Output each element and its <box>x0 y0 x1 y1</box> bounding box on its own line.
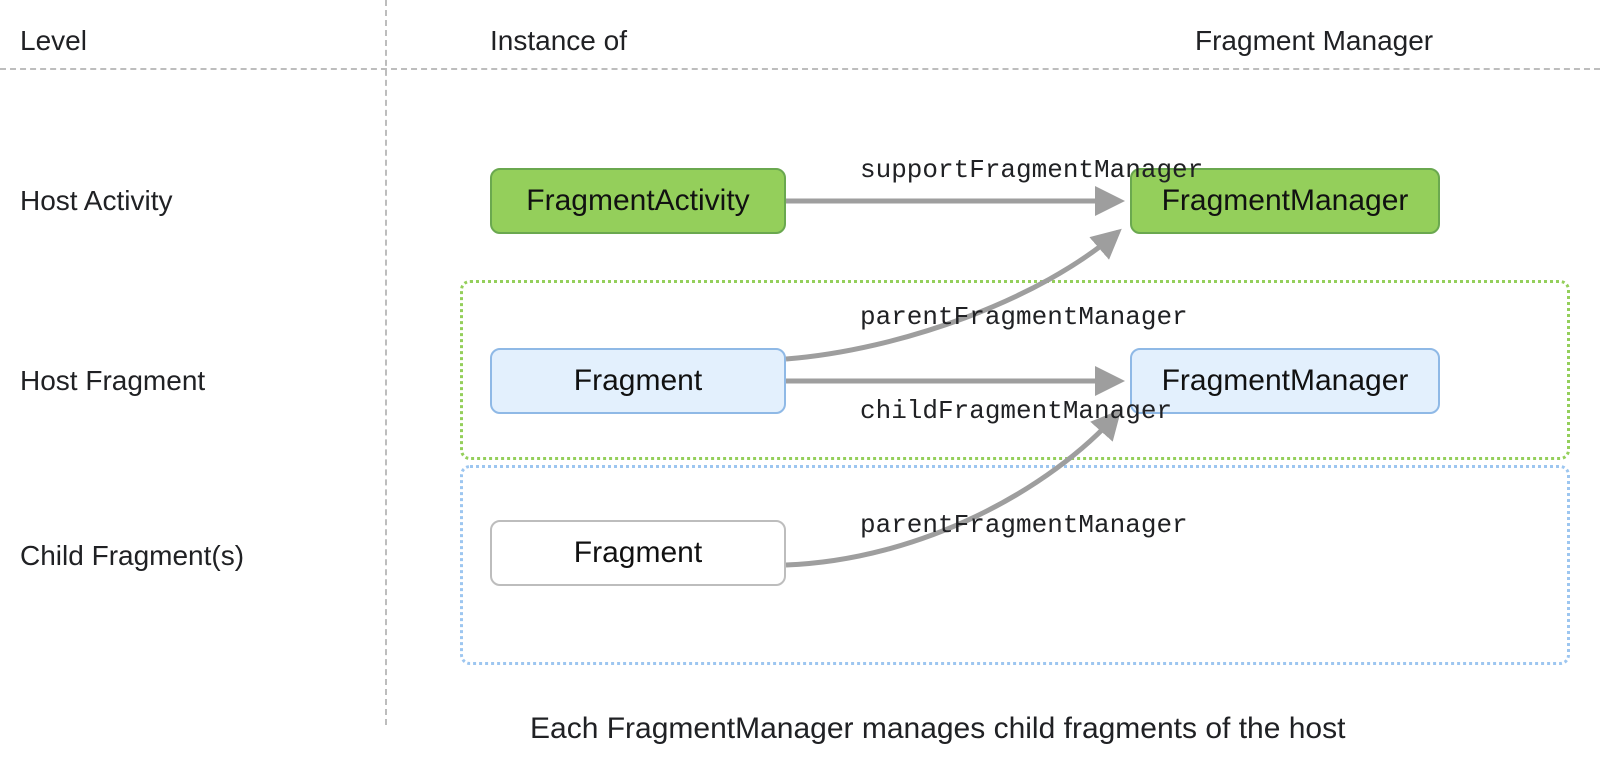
row-host-activity: Host Activity <box>20 185 172 217</box>
label-parent-fm-1: parentFragmentManager <box>860 302 1188 332</box>
diagram-stage: Level Instance of Fragment Manager Host … <box>0 0 1600 774</box>
label-child-fm: childFragmentManager <box>860 396 1172 426</box>
diagram-caption: Each FragmentManager manages child fragm… <box>530 712 1345 746</box>
row-host-fragment: Host Fragment <box>20 365 205 397</box>
header-divider <box>0 68 1600 70</box>
node-host-fragment: Fragment <box>490 348 786 414</box>
node-fragment-activity: FragmentActivity <box>490 168 786 234</box>
label-parent-fm-2: parentFragmentManager <box>860 510 1188 540</box>
row-child-fragments: Child Fragment(s) <box>20 540 244 572</box>
node-child-fragment: Fragment <box>490 520 786 586</box>
header-instance: Instance of <box>490 25 627 57</box>
vertical-divider <box>385 0 387 725</box>
label-support-fm: supportFragmentManager <box>860 155 1203 185</box>
header-level: Level <box>20 25 87 57</box>
node-fragment-manager-host: FragmentManager <box>1130 348 1440 414</box>
header-fm: Fragment Manager <box>1195 25 1433 57</box>
